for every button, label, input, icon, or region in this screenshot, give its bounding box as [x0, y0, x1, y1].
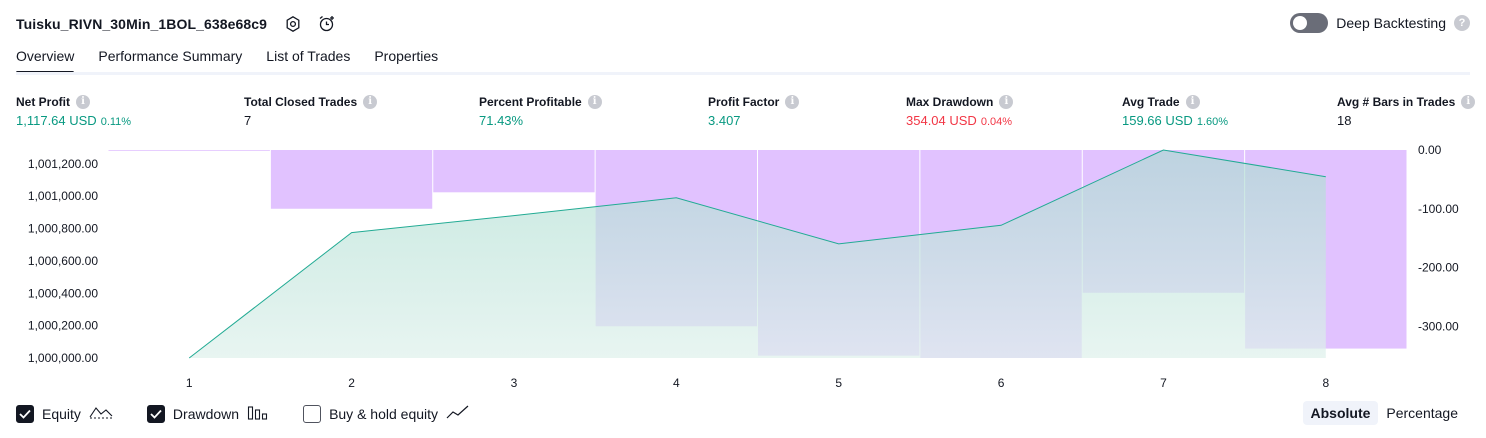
- equity-line-icon: [89, 404, 113, 425]
- toggle-knob: [1293, 16, 1308, 30]
- metric-label: Percent Profitable: [479, 94, 582, 109]
- metric-label: Max Drawdown: [906, 94, 994, 109]
- value-mode-switch: Absolute Percentage: [1302, 401, 1467, 425]
- x-axis-tick: 3: [511, 376, 518, 390]
- settings-icon[interactable]: [283, 14, 303, 34]
- left-axis-tick: 1,000,600.00: [28, 254, 98, 268]
- metric-value: 18: [1337, 113, 1352, 128]
- tab-overview[interactable]: Overview: [16, 44, 75, 74]
- x-axis-tick: 6: [998, 376, 1005, 390]
- metric-label: Avg # Bars in Trades: [1337, 94, 1456, 109]
- metric-value: 1,117.64 USD: [16, 113, 97, 128]
- left-axis-tick: 1,000,000.00: [28, 351, 98, 365]
- equity-drawdown-chart[interactable]: 1,000,000.00 1,000,200.00 1,000,400.00 1,00…: [0, 140, 1486, 400]
- metric-avg-bars-in-trades: Avg # Bars in Trades i 18: [1337, 93, 1476, 128]
- metric-max-drawdown: Max Drawdown i 354.04 USD 0.04%: [906, 93, 1014, 128]
- chart-legend: Equity Drawdown Buy & hold equity: [16, 403, 504, 425]
- drawdown-checkbox[interactable]: [146, 405, 165, 423]
- metric-value: 7: [244, 113, 252, 128]
- tab-properties[interactable]: Properties: [374, 44, 438, 73]
- metric-value: 71.43%: [479, 113, 524, 128]
- info-icon[interactable]: i: [76, 94, 90, 109]
- right-axis-tick: -100.00: [1418, 202, 1459, 216]
- legend-drawdown[interactable]: Drawdown: [146, 404, 269, 425]
- absolute-button[interactable]: Absolute: [1302, 401, 1379, 425]
- right-axis-tick: -200.00: [1418, 261, 1459, 275]
- legend-buy-hold-label: Buy & hold equity: [329, 406, 439, 422]
- metric-label: Avg Trade: [1122, 94, 1180, 109]
- left-axis-tick: 1,000,400.00: [28, 286, 98, 300]
- metric-value: 354.04 USD: [906, 113, 977, 128]
- metric-net-profit: Net Profit i 1,117.64 USD 0.11%: [16, 93, 131, 128]
- deep-backtesting-label: Deep Backtesting: [1336, 15, 1446, 31]
- info-icon[interactable]: i: [1185, 94, 1200, 109]
- add-alert-icon[interactable]: [317, 14, 337, 34]
- x-axis-tick: 4: [673, 376, 680, 390]
- left-axis-tick: 1,001,200.00: [28, 157, 98, 171]
- chart-svg: 1,000,000.00 1,000,200.00 1,000,400.00 1,00…: [28, 143, 1459, 390]
- info-icon[interactable]: i: [999, 94, 1014, 109]
- drawdown-bar: [108, 150, 270, 151]
- metric-total-closed-trades: Total Closed Trades i 7: [244, 93, 378, 128]
- metrics-row: Net Profit i 1,117.64 USD 0.11% Total Clos…: [0, 93, 1486, 133]
- metric-avg-trade: Avg Trade i 159.66 USD 1.60%: [1122, 93, 1228, 128]
- tab-list-of-trades[interactable]: List of Trades: [266, 44, 350, 73]
- legend-drawdown-label: Drawdown: [172, 406, 240, 422]
- left-axis-tick: 1,001,000.00: [28, 189, 98, 203]
- metric-percent: 0.04%: [980, 116, 1013, 128]
- drawdown-bar: [270, 150, 433, 209]
- legend-buy-hold[interactable]: Buy & hold equity: [303, 404, 470, 425]
- x-axis-tick: 2: [348, 376, 355, 390]
- buy-hold-checkbox[interactable]: [303, 405, 322, 423]
- legend-equity[interactable]: Equity: [16, 404, 113, 425]
- strategy-title: Tuisku_RIVN_30Min_1BOL_638e68c9: [16, 16, 268, 32]
- metric-percent-profitable: Percent Profitable i 71.43%: [479, 93, 602, 128]
- x-axis-tick: 1: [186, 376, 193, 390]
- info-icon[interactable]: i: [587, 94, 602, 109]
- metric-label: Profit Factor: [708, 94, 780, 109]
- percentage-button[interactable]: Percentage: [1378, 401, 1466, 425]
- tab-performance-summary[interactable]: Performance Summary: [98, 44, 242, 73]
- info-icon[interactable]: i: [785, 94, 800, 109]
- info-icon[interactable]: i: [363, 94, 378, 109]
- info-icon[interactable]: i: [1461, 94, 1476, 109]
- metric-percent: 0.11%: [100, 116, 132, 128]
- left-axis-tick: 1,000,800.00: [28, 222, 98, 236]
- metric-value: 3.407: [708, 113, 741, 128]
- legend-equity-label: Equity: [42, 406, 81, 422]
- deep-backtesting: Deep Backtesting ?: [1290, 13, 1470, 33]
- metric-percent: 1.60%: [1196, 116, 1229, 128]
- metric-profit-factor: Profit Factor i 3.407: [708, 93, 800, 128]
- metric-label: Net Profit: [16, 94, 70, 109]
- deep-backtesting-toggle[interactable]: [1290, 13, 1329, 33]
- drawdown-bars-icon: [247, 404, 269, 425]
- drawdown-bar: [433, 150, 595, 193]
- buy-hold-line-icon: [446, 404, 470, 425]
- metric-value: 159.66 USD: [1122, 113, 1193, 128]
- left-axis-tick: 1,000,200.00: [28, 319, 98, 333]
- strategy-header: Tuisku_RIVN_30Min_1BOL_638e68c9: [16, 12, 337, 36]
- x-axis-tick: 8: [1322, 376, 1329, 390]
- x-axis-tick: 5: [835, 376, 842, 390]
- equity-checkbox[interactable]: [16, 405, 34, 423]
- help-icon[interactable]: ?: [1454, 15, 1470, 31]
- tab-divider: [16, 72, 1470, 75]
- right-axis-tick: -300.00: [1418, 319, 1459, 333]
- x-axis-tick: 7: [1160, 376, 1167, 390]
- right-axis-tick: 0.00: [1418, 143, 1442, 157]
- tab-bar: Overview Performance Summary List of Tra…: [16, 44, 462, 74]
- metric-label: Total Closed Trades: [244, 94, 358, 109]
